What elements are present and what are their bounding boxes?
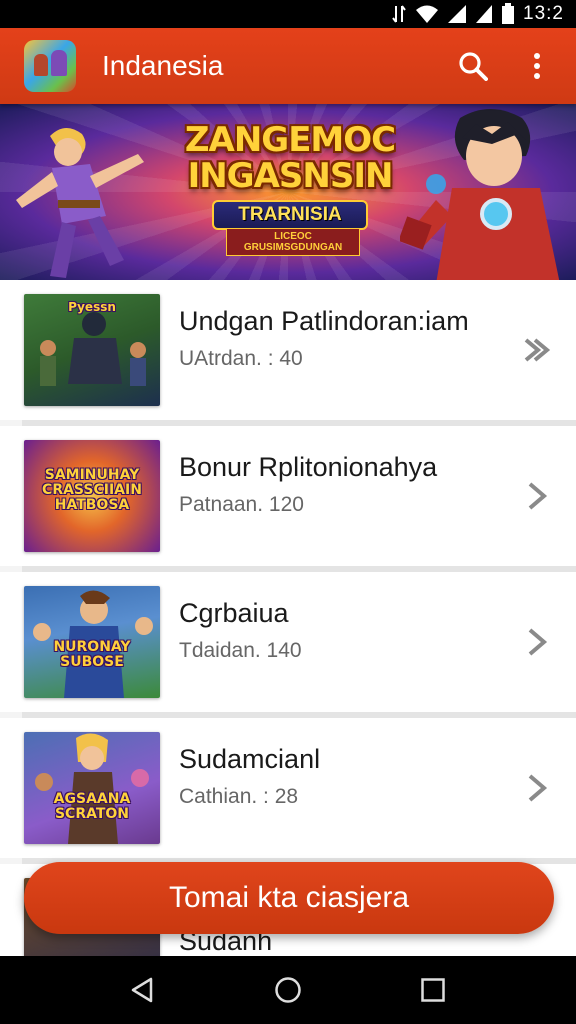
list-item[interactable]: Pyessn Undgan Patlindoran:iam UAtrdan. :… — [0, 280, 576, 420]
home-icon[interactable] — [268, 970, 308, 1010]
status-time: 13:2 — [523, 3, 564, 24]
battery-icon — [501, 3, 515, 25]
signal-icon-2 — [475, 4, 493, 24]
list-item[interactable]: SAMINUHAY CRASSCIIAIN HATBOSA Bonur Rpli… — [0, 426, 576, 566]
app-logo[interactable] — [24, 40, 76, 92]
list-item-thumbnail-text: AGSAANA SCRATON — [53, 791, 131, 822]
recents-icon[interactable] — [413, 970, 453, 1010]
banner-title: ZANGEMOC INGASNSIN — [150, 122, 430, 194]
banner-hero-left-illustration — [16, 127, 144, 278]
hero-banner[interactable]: ZANGEMOC INGASNSIN TRARNISIA LICEOC GRUS… — [0, 104, 576, 280]
signal-icon — [447, 4, 467, 24]
list-item-title: Undgan Patlindoran:iam — [179, 306, 469, 336]
list-item-thumbnail: SAMINUHAY CRASSCIIAIN HATBOSA — [24, 440, 160, 552]
chevron-right-icon[interactable] — [522, 622, 552, 662]
chevron-right-icon[interactable] — [522, 768, 552, 808]
app-title: Indanesia — [102, 50, 224, 81]
list-item-thumbnail: AGSAANA SCRATON — [24, 732, 160, 844]
chevron-right-icon[interactable] — [522, 476, 552, 516]
double-chevron-right-icon[interactable] — [522, 330, 552, 370]
search-icon[interactable] — [456, 49, 490, 83]
list-item[interactable]: AGSAANA SCRATON Sudamcianl Cathian. : 28 — [0, 718, 576, 858]
system-nav-bar — [0, 956, 576, 1024]
primary-action-button[interactable]: Tomai kta ciasjera — [24, 862, 554, 934]
list-item-thumbnail-text: NURONAY SUBOSE — [53, 639, 131, 670]
back-icon[interactable] — [123, 970, 163, 1010]
list-item-subtitle: Tdaidan. 140 — [179, 639, 302, 662]
banner-title-line1: ZANGEMOC — [184, 120, 396, 160]
app-bar: Indanesia — [0, 28, 576, 104]
wifi-icon — [415, 4, 439, 24]
list-item-subtitle: Patnaan. 120 — [179, 493, 304, 516]
list-item-subtitle: Cathian. : 28 — [179, 785, 299, 808]
list-item-thumbnail-text: SAMINUHAY CRASSCIIAIN HATBOSA — [42, 467, 142, 513]
list-item-title: Cgrbaiua — [179, 598, 289, 628]
banner-subtitle: TRARNISIA — [212, 200, 368, 230]
list-item-subtitle: UAtrdan. : 40 — [179, 347, 303, 370]
list-item-title: Sudamcianl — [179, 744, 321, 774]
data-transfer-icon — [391, 4, 407, 24]
list-item-thumbnail: NURONAY SUBOSE — [24, 586, 160, 698]
banner-hero-right-illustration — [400, 109, 560, 280]
list-item-thumbnail-text: Pyessn — [68, 300, 116, 314]
list-item-thumbnail: Pyessn — [24, 294, 160, 406]
game-list: Pyessn Undgan Patlindoran:iam UAtrdan. :… — [0, 280, 576, 956]
list-item[interactable]: NURONAY SUBOSE Cgrbaiua Tdaidan. 140 — [0, 572, 576, 712]
list-item-title: Bonur Rplitonionahya — [179, 452, 438, 482]
more-vert-icon[interactable] — [520, 49, 554, 83]
status-bar: 13:2 — [0, 0, 576, 28]
banner-tagline: LICEOC GRUSIMSGDUNGAN — [226, 228, 360, 256]
banner-title-line2: INGASNSIN — [187, 156, 394, 196]
